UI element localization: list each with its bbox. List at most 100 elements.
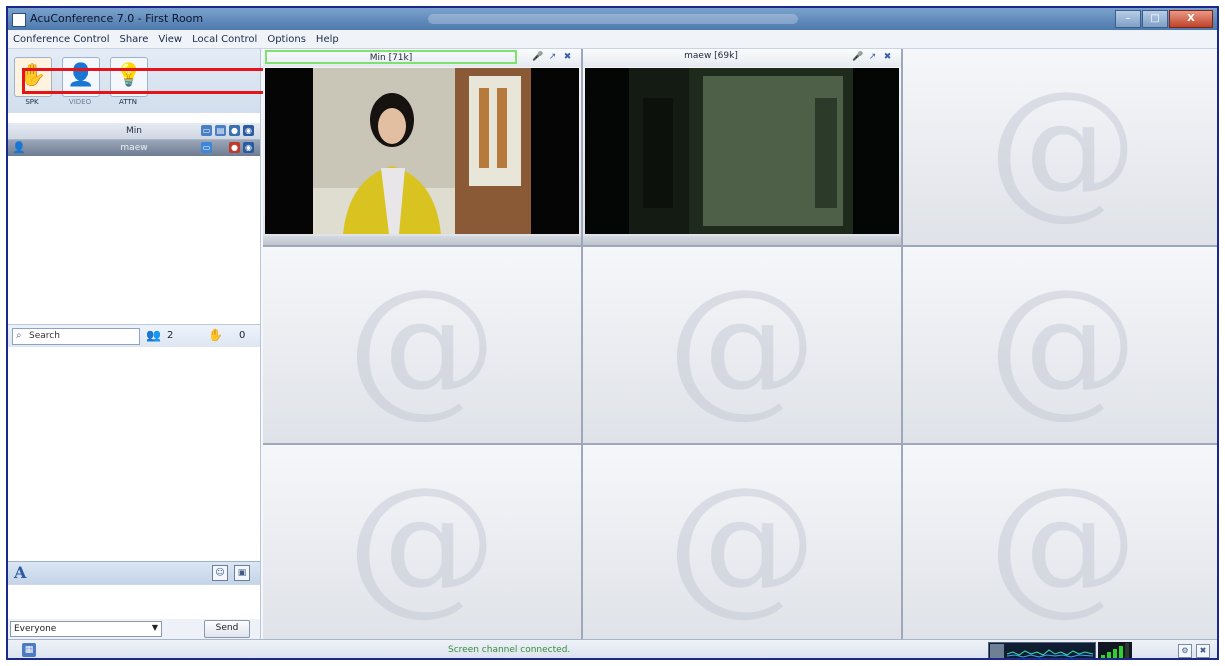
chat-toolbar: A ☺ ▣	[8, 561, 260, 584]
placeholder-logo-icon: @	[347, 258, 497, 432]
participant-row[interactable]: Min ▭ ▤ ● ◉	[8, 123, 260, 140]
close-video-icon[interactable]: ✖	[882, 51, 893, 63]
search-bar: ⌕ Search 👥 2 ✋ 0	[8, 324, 260, 348]
network-monitor[interactable]	[988, 642, 1096, 658]
status-icon[interactable]: ▦	[22, 643, 36, 657]
attention-button[interactable]: 💡	[110, 57, 148, 97]
speak-label: SPK	[25, 98, 39, 106]
title-blur	[428, 14, 798, 24]
font-icon[interactable]: A	[14, 563, 26, 582]
status-message: Screen channel connected.	[448, 645, 571, 655]
placeholder-logo-icon: @	[667, 258, 817, 432]
participant-row[interactable]: 👤 maew ▭ ● ◉	[8, 140, 260, 156]
attention-bulb-icon: 💡	[115, 63, 143, 88]
chevron-down-icon: ▼	[151, 623, 158, 632]
video-grid: Min [71k] 🎤 ↗ ✖ maew [69k] 🎤 ↗ ✖ @ @ @ @…	[263, 49, 1217, 641]
speak-button[interactable]: ✋	[14, 57, 52, 97]
minimize-button[interactable]: –	[1115, 10, 1141, 28]
search-input[interactable]: ⌕ Search	[12, 328, 140, 345]
empty-video-slot: @	[583, 247, 901, 443]
empty-video-slot: @	[903, 247, 1217, 443]
pin-icon[interactable]: ↗	[867, 51, 878, 63]
menu-help[interactable]: Help	[311, 34, 344, 45]
video-label: VIDEO	[68, 98, 92, 106]
mic-icon[interactable]: 🎤	[532, 51, 543, 63]
emoticon-icon[interactable]: ☺	[212, 565, 228, 581]
chat-history[interactable]	[8, 347, 260, 560]
video-cell[interactable]: maew [69k] 🎤 ↗ ✖	[583, 49, 901, 245]
recipient-value: Everyone	[14, 624, 57, 634]
video-header: maew [69k] 🎤 ↗ ✖	[583, 49, 901, 67]
menu-options[interactable]: Options	[262, 34, 311, 45]
menu-share[interactable]: Share	[114, 34, 153, 45]
close-button[interactable]: X	[1169, 10, 1213, 28]
maximize-button[interactable]: □	[1142, 10, 1168, 28]
left-panel: ✋ SPK 👤 VIDEO 💡 ATTN Min ▭ ▤ ● ◉ 👤 maew	[8, 49, 261, 639]
attention-label: ATTN	[119, 98, 137, 106]
conference-toolbar: ✋ SPK 👤 VIDEO 💡 ATTN	[8, 49, 260, 113]
signal-bar	[1119, 646, 1123, 658]
placeholder-logo-icon: @	[988, 456, 1138, 630]
placeholder-logo-icon: @	[988, 60, 1138, 234]
send-button[interactable]: Send	[204, 620, 250, 638]
pin-icon[interactable]: ↗	[547, 51, 558, 63]
menu-conference-control[interactable]: Conference Control	[8, 34, 114, 45]
app-icon	[12, 13, 26, 27]
video-footer	[583, 236, 901, 245]
spacer-icon	[215, 142, 226, 153]
placeholder-logo-icon: @	[667, 456, 817, 630]
signal-bar	[1125, 643, 1129, 658]
video-status-icon[interactable]: ▭	[201, 125, 212, 136]
video-frame-maew	[585, 68, 899, 234]
recipient-select[interactable]: Everyone ▼	[10, 621, 162, 637]
video-button[interactable]: 👤	[62, 57, 100, 97]
video-feed	[585, 68, 899, 234]
mic-icon[interactable]: 🎤	[852, 51, 863, 63]
hand-count-icon: ✋	[208, 328, 223, 342]
audio-status-icon[interactable]: ◉	[243, 142, 254, 153]
exit-icon[interactable]: ✖	[1196, 644, 1210, 658]
empty-video-slot: @	[583, 445, 901, 641]
video-header: Min [71k] 🎤 ↗ ✖	[263, 49, 581, 67]
raise-hand-icon: ✋	[19, 63, 47, 88]
video-label: maew [69k]	[684, 51, 738, 61]
video-footer	[263, 236, 581, 245]
menu-local-control[interactable]: Local Control	[187, 34, 262, 45]
signal-bar	[1101, 655, 1105, 658]
video-frame-min	[265, 68, 579, 234]
placeholder-logo-icon: @	[347, 456, 497, 630]
chat-input[interactable]	[8, 584, 260, 619]
audio-status-icon[interactable]: ◉	[243, 125, 254, 136]
signal-strength-icon	[1098, 642, 1132, 658]
signal-bar	[1113, 649, 1117, 658]
participant-count: 2	[166, 329, 174, 341]
network-graph-icon	[990, 644, 1094, 658]
app-window: AcuConference 7.0 - First Room – □ X Con…	[6, 6, 1219, 660]
participants-count-icon: 👥	[146, 328, 161, 342]
mic-status-icon[interactable]: ●	[229, 142, 240, 153]
search-placeholder: Search	[29, 331, 60, 341]
signal-bar	[1107, 652, 1111, 658]
close-video-icon[interactable]: ✖	[562, 51, 573, 63]
empty-video-slot: @	[903, 49, 1217, 245]
mic-status-icon[interactable]: ●	[229, 125, 240, 136]
video-cell[interactable]: Min [71k] 🎤 ↗ ✖	[263, 49, 581, 245]
video-status-icon[interactable]: ▭	[201, 142, 212, 153]
empty-video-slot: @	[263, 445, 581, 641]
share-status-icon[interactable]: ▤	[215, 125, 226, 136]
presenter-icon: 👤	[67, 63, 95, 88]
search-icon: ⌕	[16, 330, 22, 341]
empty-video-slot: @	[263, 247, 581, 443]
save-chat-icon[interactable]: ▣	[234, 565, 250, 581]
send-row: Everyone ▼ Send	[8, 619, 260, 639]
window-title: AcuConference 7.0 - First Room	[30, 12, 204, 25]
hand-count: 0	[238, 329, 246, 341]
title-bar[interactable]: AcuConference 7.0 - First Room – □ X	[8, 8, 1217, 30]
placeholder-logo-icon: @	[988, 258, 1138, 432]
video-feed	[265, 68, 579, 234]
status-bar: ▦ Screen channel connected. ⚙ ✖	[8, 639, 1217, 658]
menu-view[interactable]: View	[153, 34, 187, 45]
video-label: Min [71k]	[265, 50, 517, 64]
settings-icon[interactable]: ⚙	[1178, 644, 1192, 658]
empty-video-slot: @	[903, 445, 1217, 641]
